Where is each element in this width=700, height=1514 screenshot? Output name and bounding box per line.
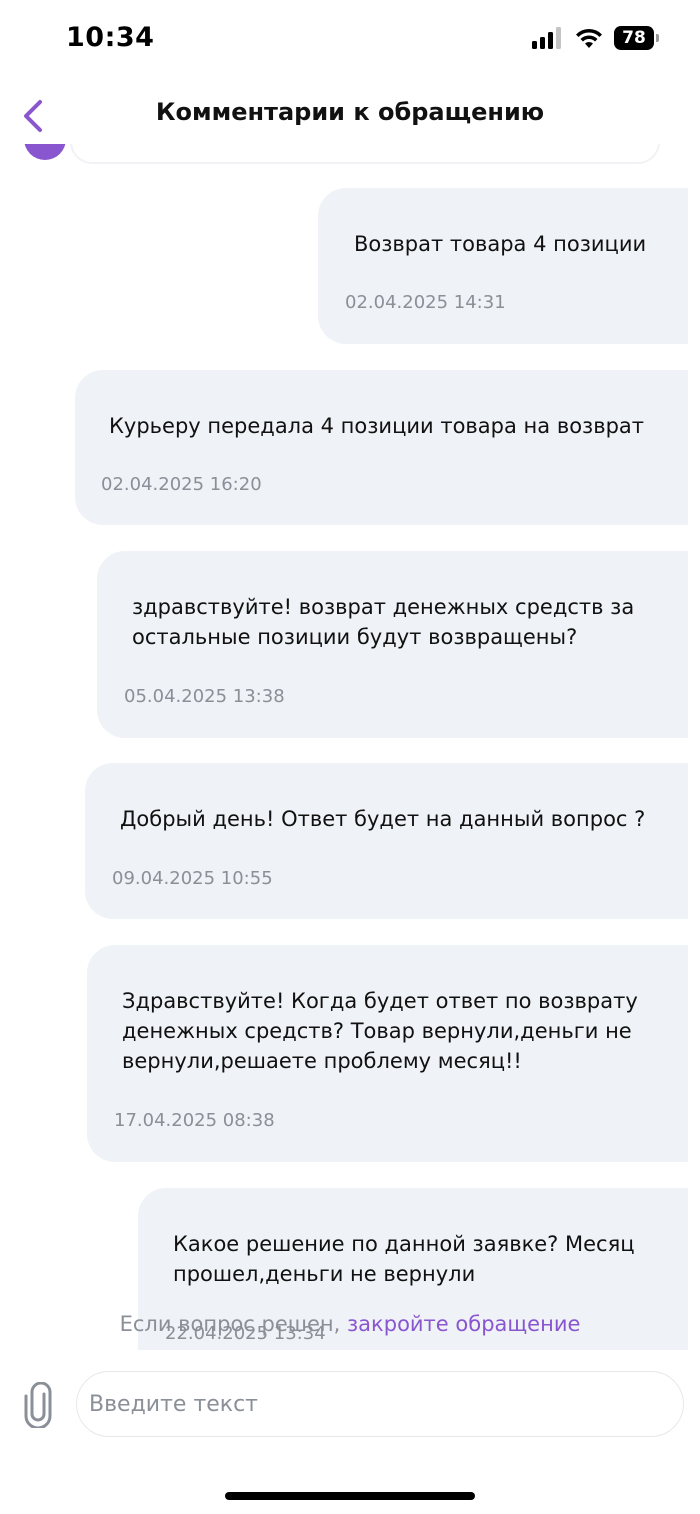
message-text: Какое решение по данной заявке? Месяц пр… [173,1232,635,1286]
page-title: Комментарии к обращению [155,98,545,126]
message-bubble: Добрый день! Ответ будет на данный вопро… [85,763,688,919]
message-bubble: Здравствуйте! Когда будет ответ по возвр… [87,945,688,1162]
status-bar: 10:34 78 [0,0,700,80]
message-bubble: Возврат товара 4 позиции 02.04.2025 14:3… [318,188,688,344]
message-list[interactable]: Возврат товара 4 позиции 02.04.2025 14:3… [0,130,700,1350]
message-time: 17.04.2025 08:38 [114,1110,275,1131]
message-bubble: Курьеру передала 4 позиции товара на воз… [75,370,688,525]
close-request-link[interactable]: закройте обращение [347,1312,580,1336]
message-text: Возврат товара 4 позиции [354,232,647,256]
paperclip-icon [24,1381,52,1430]
message-text: Курьеру передала 4 позиции товара на воз… [109,414,645,438]
home-indicator[interactable] [225,1492,475,1500]
message-text: здравствуйте! возврат денежных средств з… [132,595,635,649]
attach-button[interactable] [20,1381,56,1430]
status-icons: 78 [532,26,659,50]
message-input[interactable] [76,1371,684,1437]
message-text: Добрый день! Ответ будет на данный вопро… [120,807,646,831]
wifi-icon [576,28,602,48]
message-text: Здравствуйте! Когда будет ответ по возвр… [122,989,638,1073]
battery-level: 78 [622,28,646,48]
hint-text: Если вопрос решен, [119,1312,341,1336]
message-time: 02.04.2025 14:31 [345,292,506,313]
message-bubble: здравствуйте! возврат денежных средств з… [97,551,688,738]
input-bar [0,1352,700,1462]
nav-bar: Комментарии к обращению [0,84,700,144]
battery-icon: 78 [614,26,659,50]
close-request-hint: Если вопрос решен, закройте обращение [0,1312,700,1336]
message-time: 09.04.2025 10:55 [112,868,273,889]
message-time: 02.04.2025 16:20 [101,474,262,495]
message-time: 05.04.2025 13:38 [124,686,285,707]
status-time: 10:34 [66,22,155,53]
cellular-signal-icon [532,27,561,49]
